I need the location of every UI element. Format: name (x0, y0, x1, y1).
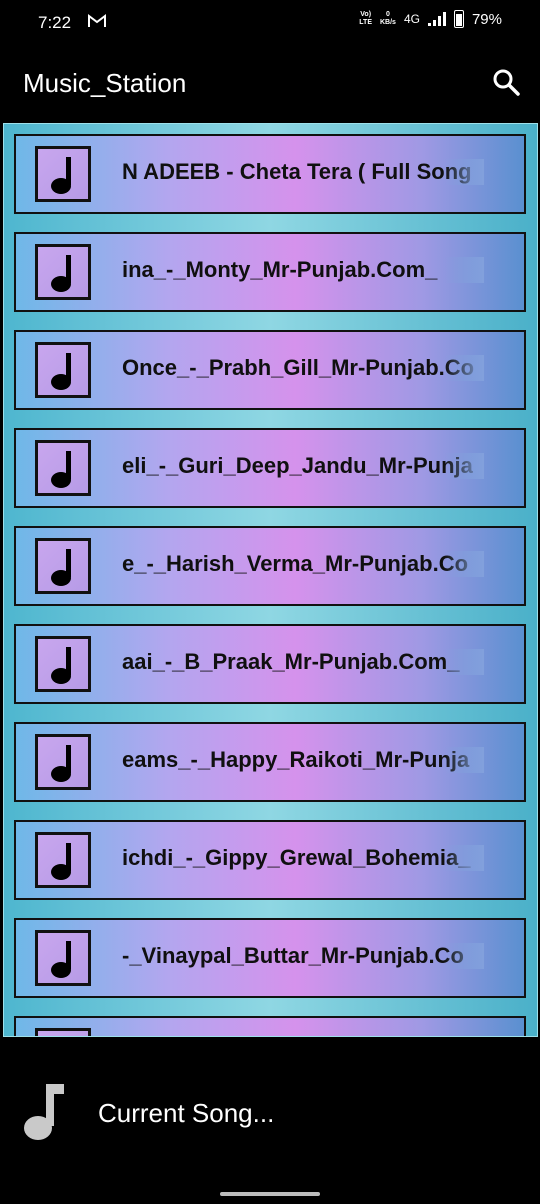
music-note-icon (35, 636, 91, 692)
app-bar: Music_Station (0, 46, 540, 122)
song-list[interactable]: N ADEEB - Cheta Tera ( Full Song ina_-_M… (3, 123, 538, 1037)
battery-icon (453, 10, 464, 28)
network-type: 4G (403, 12, 420, 26)
search-icon[interactable] (490, 66, 522, 98)
network-speed: 0 KB/s (380, 11, 396, 26)
volte-indicator: Vo) LTE (359, 11, 372, 26)
song-title: eams_-_Happy_Raikoti_Mr-Punja (122, 747, 484, 773)
song-item[interactable]: ina_-_Monty_Mr-Punjab.Com_ (14, 232, 526, 312)
music-note-icon (35, 832, 91, 888)
status-bar: 7:22 Vo) LTE 0 KB/s 4G 79% (0, 0, 540, 46)
song-item[interactable]: ichdi_-_Gippy_Grewal_Bohemia_ (14, 820, 526, 900)
song-title: ina_-_Monty_Mr-Punjab.Com_ (122, 257, 484, 283)
song-item[interactable]: -_Vinaypal_Buttar_Mr-Punjab.Co (14, 918, 526, 998)
song-item[interactable]: aai_-_B_Praak_Mr-Punjab.Com_ (14, 624, 526, 704)
status-time: 7:22 (38, 13, 72, 32)
music-note-icon (35, 342, 91, 398)
current-song-label: Current Song... (98, 1098, 275, 1128)
now-playing-bar[interactable]: Current Song... (0, 1040, 540, 1204)
song-item[interactable]: N ADEEB - Cheta Tera ( Full Song (14, 134, 526, 214)
song-title: eli_-_Guri_Deep_Jandu_Mr-Punja (122, 453, 484, 479)
song-item[interactable]: eams_-_Happy_Raikoti_Mr-Punja (14, 722, 526, 802)
gmail-icon (88, 14, 106, 27)
song-item[interactable]: e_-_Harish_Verma_Mr-Punjab.Co (14, 526, 526, 606)
app-title: Music_Station (23, 68, 187, 98)
status-right: Vo) LTE 0 KB/s 4G 79% (359, 10, 502, 28)
music-note-icon (35, 734, 91, 790)
song-title: N ADEEB - Cheta Tera ( Full Song (122, 159, 484, 185)
song-title: Once_-_Prabh_Gill_Mr-Punjab.Co (122, 355, 484, 381)
music-note-icon (35, 538, 91, 594)
song-title: ichdi_-_Gippy_Grewal_Bohemia_ (122, 845, 484, 871)
home-indicator[interactable] (220, 1192, 320, 1196)
music-note-icon (35, 440, 91, 496)
song-item[interactable] (14, 1016, 526, 1036)
music-note-icon (35, 146, 91, 202)
music-note-icon (24, 1084, 64, 1140)
song-item[interactable]: eli_-_Guri_Deep_Jandu_Mr-Punja (14, 428, 526, 508)
battery-percent: 79% (471, 10, 502, 28)
song-title: -_Vinaypal_Buttar_Mr-Punjab.Co (122, 943, 484, 969)
music-note-icon (35, 930, 91, 986)
song-title: e_-_Harish_Verma_Mr-Punjab.Co (122, 551, 484, 577)
song-item[interactable]: Once_-_Prabh_Gill_Mr-Punjab.Co (14, 330, 526, 410)
music-note-icon (35, 1028, 91, 1036)
song-title: aai_-_B_Praak_Mr-Punjab.Com_ (122, 649, 484, 675)
signal-icon (427, 12, 446, 26)
music-note-icon (35, 244, 91, 300)
